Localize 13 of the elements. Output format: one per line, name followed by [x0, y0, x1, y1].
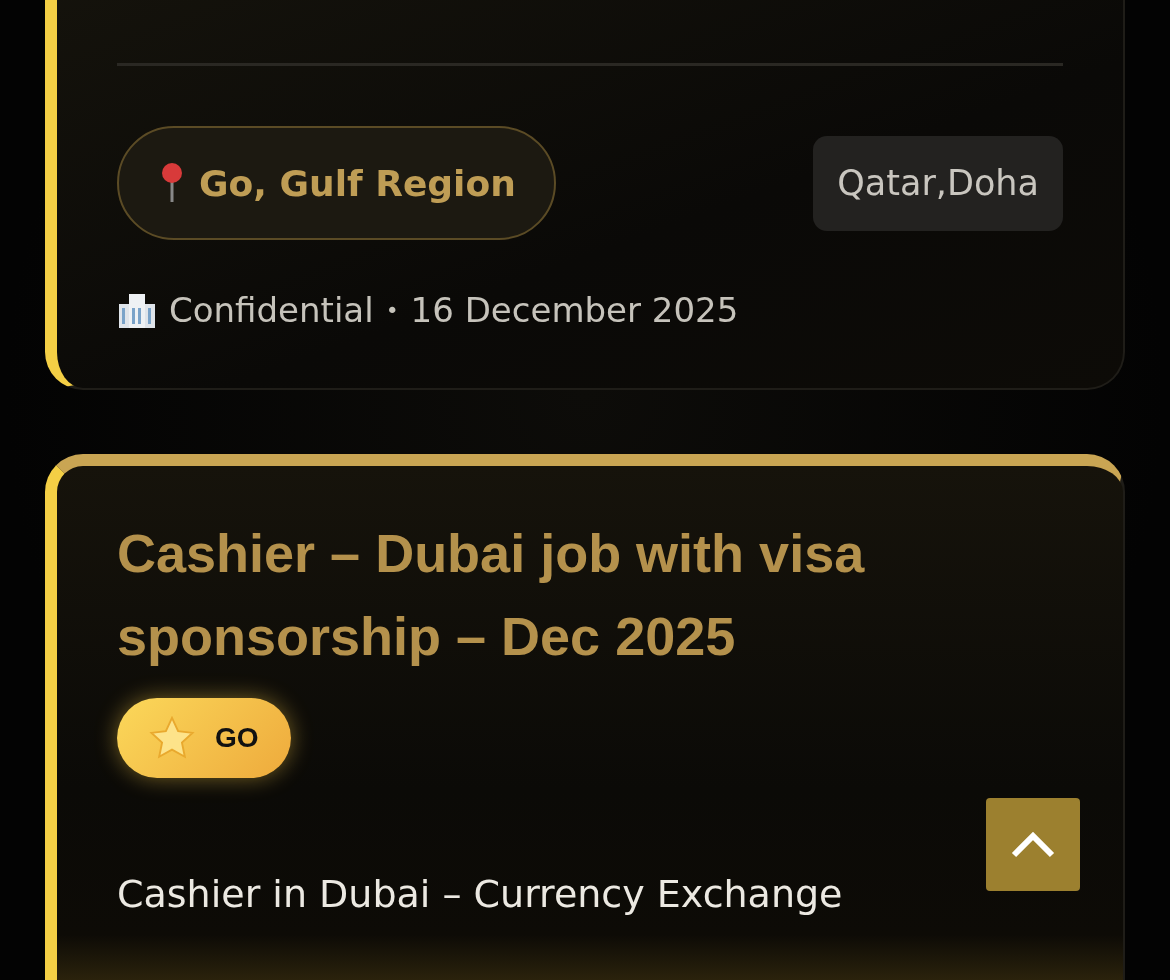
- job-description: Cashier in Dubai – Currency Exchange: [117, 872, 844, 916]
- building-icon: [117, 292, 157, 328]
- pin-icon: [161, 162, 183, 204]
- location-chip: Go, Gulf Region: [117, 126, 556, 240]
- post-date: 16 December 2025: [410, 290, 739, 330]
- separator-dot: •: [385, 297, 399, 323]
- job-title[interactable]: Cashier – Dubai job with visa sponsorship – Dec 2025: [117, 512, 1037, 678]
- scroll-top-button[interactable]: [986, 798, 1080, 891]
- company-name: Confidential: [169, 290, 374, 330]
- location-tag: Qatar,Doha: [813, 135, 1063, 231]
- go-badge: GO: [117, 698, 291, 778]
- chevron-up-icon: [1011, 831, 1055, 858]
- star-icon: [149, 716, 195, 760]
